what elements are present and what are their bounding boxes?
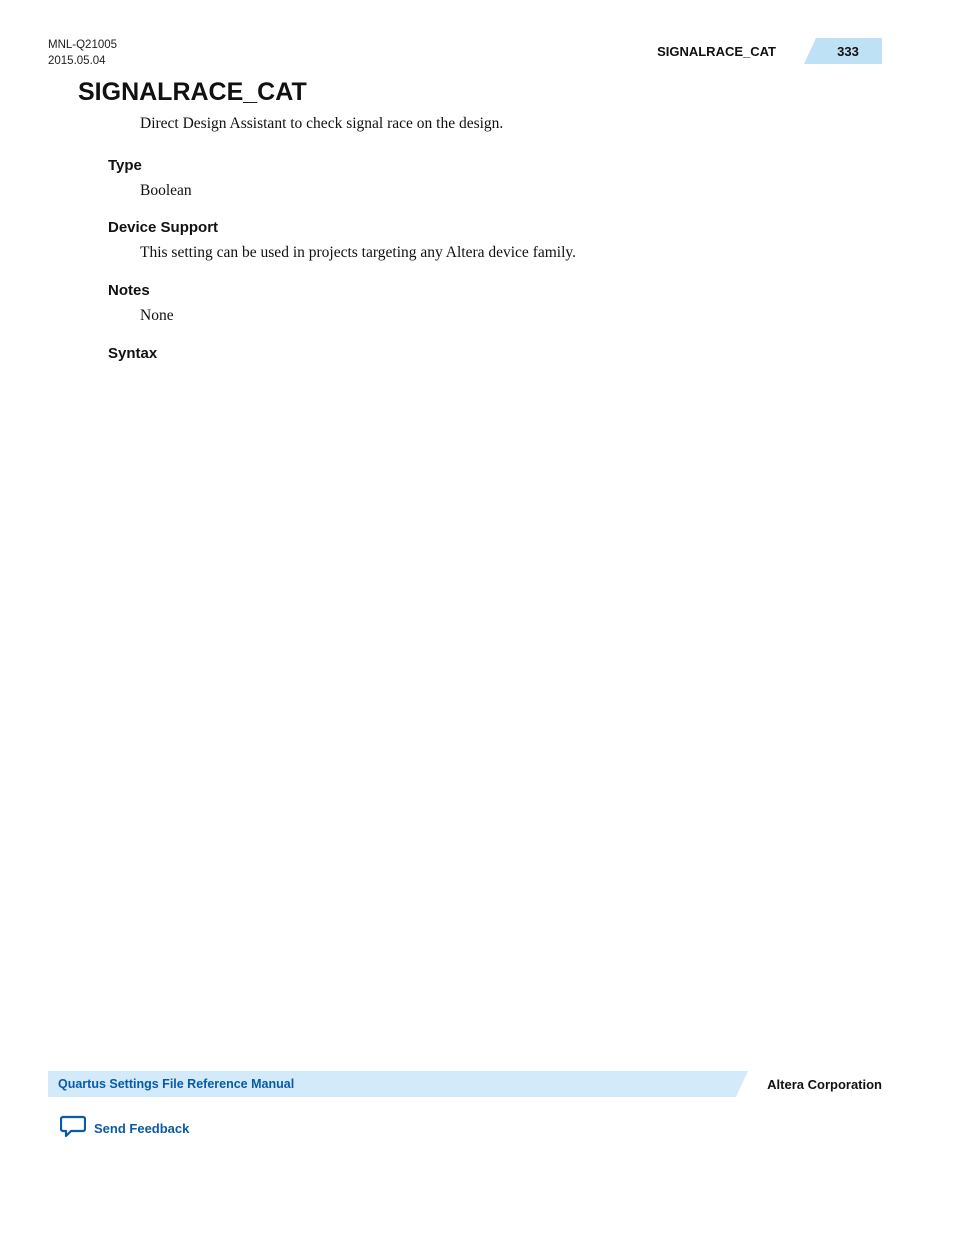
header-meta: MNL-Q21005 2015.05.04 — [48, 38, 117, 69]
doc-id: MNL-Q21005 — [48, 38, 117, 54]
page-number: 333 — [804, 44, 882, 59]
page-title: SIGNALRACE_CAT — [78, 78, 882, 107]
header-section: SIGNALRACE_CAT — [657, 44, 804, 59]
section-body-notes: None — [140, 305, 882, 327]
page-header: MNL-Q21005 2015.05.04 SIGNALRACE_CAT 333 — [0, 38, 954, 69]
footer-company: Altera Corporation — [767, 1071, 882, 1097]
section-heading-device-support: Device Support — [108, 219, 882, 236]
footer-bar: Quartus Settings File Reference Manual A… — [48, 1071, 882, 1097]
comment-icon — [60, 1114, 86, 1143]
section-heading-notes: Notes — [108, 282, 882, 299]
send-feedback-link[interactable]: Send Feedback — [60, 1114, 189, 1143]
page-number-badge: 333 — [804, 38, 882, 64]
content-area: SIGNALRACE_CAT Direct Design Assistant t… — [78, 78, 882, 368]
section-body-device-support: This setting can be used in projects tar… — [140, 242, 882, 264]
send-feedback-label: Send Feedback — [94, 1121, 189, 1136]
description: Direct Design Assistant to check signal … — [140, 113, 882, 135]
header-right: SIGNALRACE_CAT 333 — [657, 38, 882, 64]
section-heading-syntax: Syntax — [108, 345, 882, 362]
doc-date: 2015.05.04 — [48, 54, 117, 70]
section-body-type: Boolean — [140, 180, 882, 202]
section-heading-type: Type — [108, 157, 882, 174]
footer-manual-title: Quartus Settings File Reference Manual — [58, 1071, 294, 1097]
